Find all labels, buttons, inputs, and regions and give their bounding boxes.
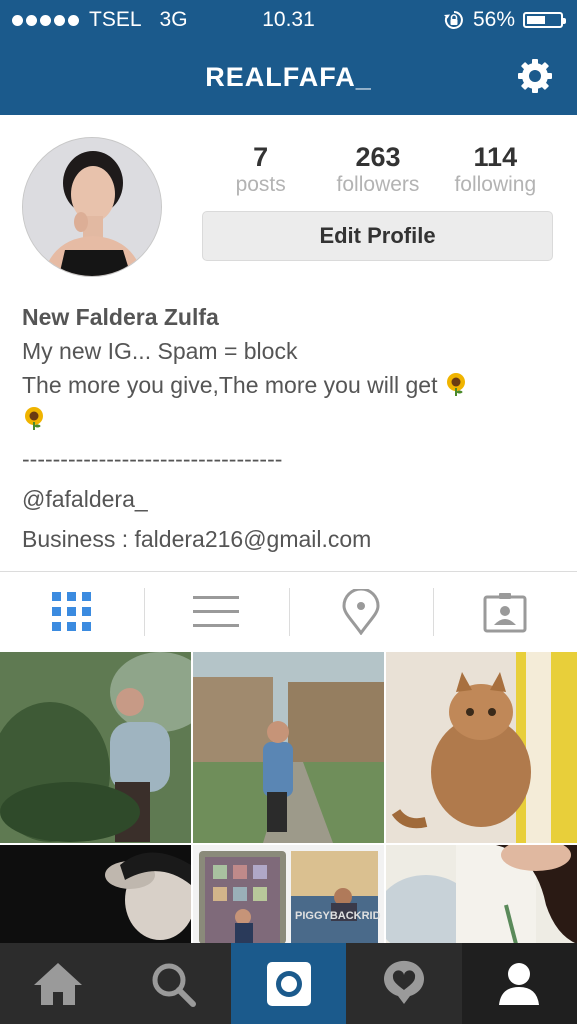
photo-thumbnail[interactable] — [193, 652, 384, 843]
followers-label: followers — [336, 173, 420, 196]
profile-avatar[interactable] — [22, 137, 162, 277]
home-icon — [33, 962, 82, 1005]
nav-activity[interactable] — [346, 943, 461, 1024]
bio-line-2: The more you give,The more you will get — [22, 368, 552, 402]
tab-grid-view[interactable] — [0, 572, 144, 652]
following-label: following — [454, 173, 537, 196]
profile-view-tabs — [0, 572, 577, 652]
nav-search[interactable] — [115, 943, 230, 1024]
battery-icon — [523, 12, 566, 28]
profile-stats: 7 posts 263 followers 114 following — [202, 142, 554, 198]
following-count: 114 — [473, 142, 518, 172]
bio-line-3 — [22, 402, 552, 436]
profile-full-name: New Faldera Zulfa — [22, 304, 219, 330]
posts-count: 7 — [253, 142, 269, 172]
profile-icon — [499, 962, 540, 1005]
following-stat[interactable]: 114 following — [437, 142, 554, 198]
bio-line-2-text: The more you give,The more you will get — [22, 372, 438, 398]
settings-gear-icon[interactable] — [515, 56, 555, 96]
photo-thumbnail[interactable] — [386, 652, 577, 843]
battery-percent: 56% — [472, 8, 515, 31]
list-icon — [193, 596, 240, 627]
bio-dashes: ---------------------------------- — [22, 446, 283, 472]
tab-tagged-photos[interactable] — [432, 572, 577, 652]
bio-line-1: My new IG... Spam = block — [22, 338, 298, 364]
photo-grid: PIGGYBACKRID — [0, 652, 577, 944]
sunflower-emoji-icon — [446, 373, 465, 396]
photo-thumbnail[interactable]: PIGGYBACKRID — [193, 845, 384, 944]
tagged-photos-icon — [483, 593, 527, 633]
status-bar: TSEL 3G 10.31 56% — [0, 0, 577, 38]
edit-profile-button[interactable]: Edit Profile — [202, 211, 553, 261]
rotation-lock-icon — [443, 11, 463, 29]
photo-overlay-text: PIGGYBACKRID — [295, 910, 381, 922]
photo-thumbnail[interactable] — [386, 845, 577, 944]
tab-photo-map[interactable] — [288, 572, 433, 652]
top-bar: TSEL 3G 10.31 56% REALFAFA_ — [0, 0, 577, 115]
search-icon — [152, 963, 197, 1007]
photo-thumbnail[interactable] — [0, 845, 191, 944]
followers-stat[interactable]: 263 followers — [319, 142, 436, 198]
photo-thumbnail[interactable] — [0, 652, 191, 843]
bio-business: Business : faldera216@gmail.com — [22, 526, 372, 552]
posts-label: posts — [235, 173, 286, 196]
nav-camera[interactable] — [230, 943, 347, 1024]
grid-icon — [52, 592, 92, 631]
activity-icon — [383, 960, 424, 1004]
profile-username-title: REALFAFA_ — [205, 62, 372, 92]
camera-icon — [266, 961, 311, 1006]
nav-profile[interactable] — [461, 943, 577, 1024]
profile-bio: New Faldera Zulfa My new IG... Spam = bl… — [22, 300, 552, 556]
tab-list-view[interactable] — [144, 572, 288, 652]
sunflower-emoji-icon — [25, 407, 43, 430]
bio-handle: @fafaldera_ — [22, 486, 148, 512]
bottom-navigation — [0, 943, 577, 1024]
posts-stat[interactable]: 7 posts — [202, 142, 319, 198]
followers-count: 263 — [355, 142, 401, 172]
location-pin-icon — [342, 589, 380, 635]
nav-home[interactable] — [0, 943, 115, 1024]
